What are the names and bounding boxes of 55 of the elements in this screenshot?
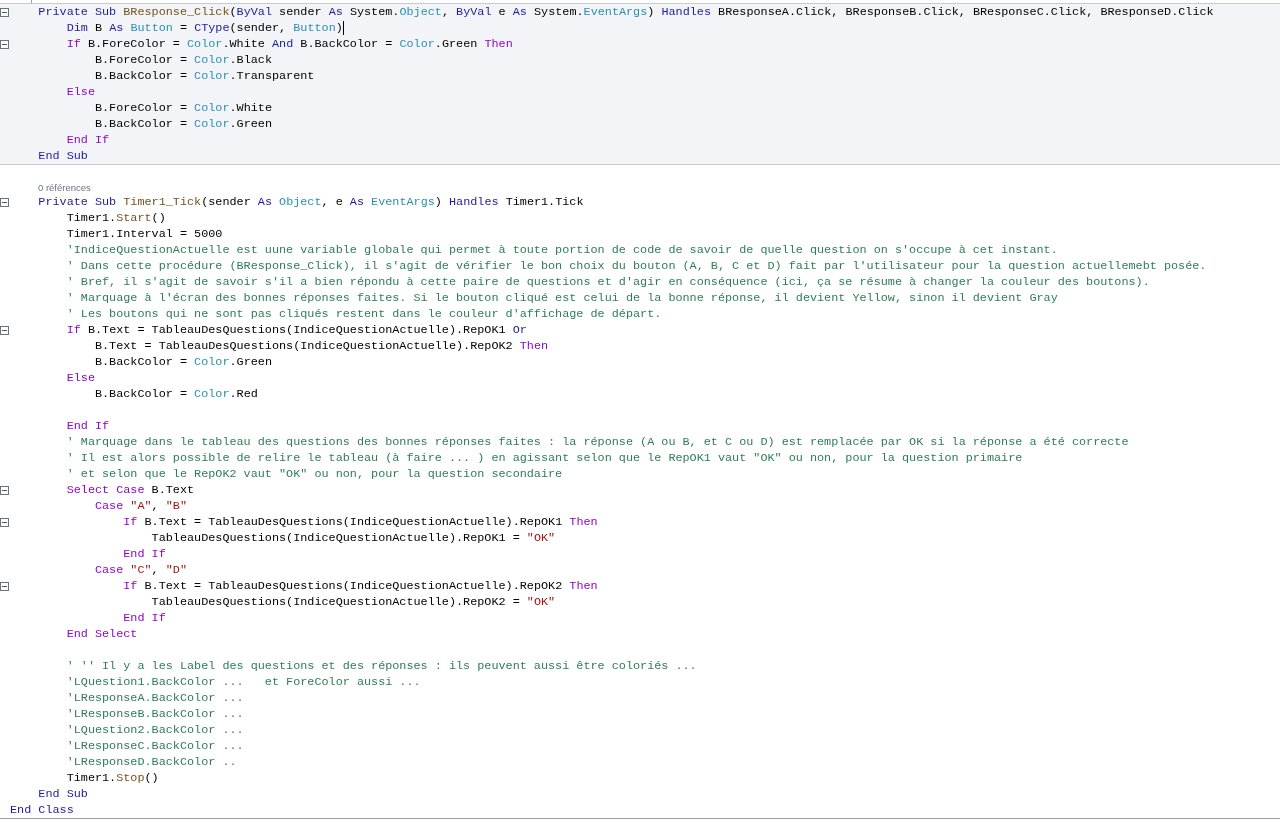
code-line: B.ForeColor = Color.Black [94,52,272,68]
code-line: Case "C", "D" [94,562,188,578]
collapse-icon[interactable] [0,197,9,207]
code-line: 'LQuestion1.BackColor ... et ForeColor aussi ... [66,674,421,690]
code-line: Private Sub Timer1_Tick(sender As Object, e As EventArgs) Handles Timer1.Tick [38,194,584,210]
code-line: Private Sub BResponse_Click(ByVal sender As System.Object, ByVal e As System.EventArgs) Handles BResponseA.Click, BResponseB.Click, BResponseC.Click, BResponseD.Click [38,4,1214,20]
code-line: End Class [10,802,74,818]
code-line: B.BackColor = Color.Green [94,354,272,370]
code-line: If B.Text = TableauDesQuestions(IndiceQuestionActuelle).RepOK1 Or [66,322,527,338]
code-line: If B.ForeColor = Color.White And B.BackColor = Color.Green Then [66,36,513,52]
code-line: ' Les boutons qui ne sont pas cliqués restent dans le couleur d'affichage de départ. [66,306,662,322]
code-line: Timer1.Interval = 5000 [66,226,223,242]
collapse-icon[interactable] [0,485,9,495]
code-line: 'LResponseC.BackColor ... [66,738,244,754]
code-line: End Sub [38,786,88,802]
code-line: Timer1.Stop() [66,770,159,786]
code-line: Select Case B.Text [66,482,195,498]
code-line: ' Marquage dans le tableau des questions des bonnes réponses faites : la réponse (A ou B, et C ou D) est remplacée par OK si la réponse a été correcte [66,434,1129,450]
code-line: Case "A", "B" [94,498,188,514]
code-line: 'IndiceQuestionActuelle est uune variable globale qui permet à toute portion de code de savoir de quelle question on s'occupe à cet instant. [66,242,1058,258]
code-line: 'LResponseB.BackColor ... [66,706,244,722]
code-line: End If [123,546,166,562]
code-line: End Sub [38,148,88,164]
collapse-icon[interactable] [0,325,9,335]
code-line: 'LResponseA.BackColor ... [66,690,244,706]
code-line: 'LResponseD.BackColor .. [66,754,237,770]
code-line: ' et selon que le RepOK2 vaut "OK" ou non, pour la question secondaire [66,466,563,482]
code-line: End If [123,610,166,626]
code-line: End If [66,132,110,148]
code-line: TableauDesQuestions(IndiceQuestionActuelle).RepOK1 = "OK" [151,530,556,546]
code-line: End If [66,418,110,434]
collapse-icon[interactable] [0,517,9,527]
code-line: ' Dans cette procédure (BResponse_Click), il s'agit de vérifier le bon choix du bouton (A, B, C et D) fait par l'utilisateur pour la question actuellemebt posée. [66,258,1207,274]
code-line: B.BackColor = Color.Transparent [94,68,315,84]
code-line: If B.Text = TableauDesQuestions(IndiceQuestionActuelle).RepOK2 Then [123,578,598,594]
code-line: Else [66,84,95,100]
code-line: Else [66,370,95,386]
code-line: ' '' Il y a les Label des questions et des réponses : ils peuvent aussi être coloriés ... [66,658,697,674]
code-line: B.Text = TableauDesQuestions(IndiceQuestionActuelle).RepOK2 Then [94,338,549,354]
code-line: ' Bref, il s'agit de savoir s'il a bien répondu à cette paire de questions et d'agir en conséquence (ici, ça se résume à changer la couleur des boutons). [66,274,1150,290]
code-line: Dim B As Button = CType(sender, Button) [66,20,343,36]
code-line: B.BackColor = Color.Red [94,386,258,402]
collapse-icon[interactable] [0,39,9,49]
collapse-icon[interactable] [0,7,9,17]
code-line: ' Marquage à l'écran des bonnes réponses faites. Si le bouton cliqué est celui de la bonne réponse, il devient Yellow, sinon il devient Gray [66,290,1058,306]
code-line: ' Il est alors possible de relire le tableau (à faire ... ) en agissant selon que le RepOK1 vaut "OK" ou non, pour la question primaire [66,450,1023,466]
code-line: End Select [66,626,138,642]
code-line: B.BackColor = Color.Green [94,116,272,132]
collapse-icon[interactable] [0,581,9,591]
code-line: Timer1.Start() [66,210,166,226]
code-line: TableauDesQuestions(IndiceQuestionActuelle).RepOK2 = "OK" [151,594,556,610]
code-line: 'LQuestion2.BackColor ... [66,722,244,738]
code-line: B.ForeColor = Color.White [94,100,272,116]
reference-count[interactable]: 0 références [38,181,91,194]
code-line: If B.Text = TableauDesQuestions(IndiceQuestionActuelle).RepOK1 Then [123,514,598,530]
